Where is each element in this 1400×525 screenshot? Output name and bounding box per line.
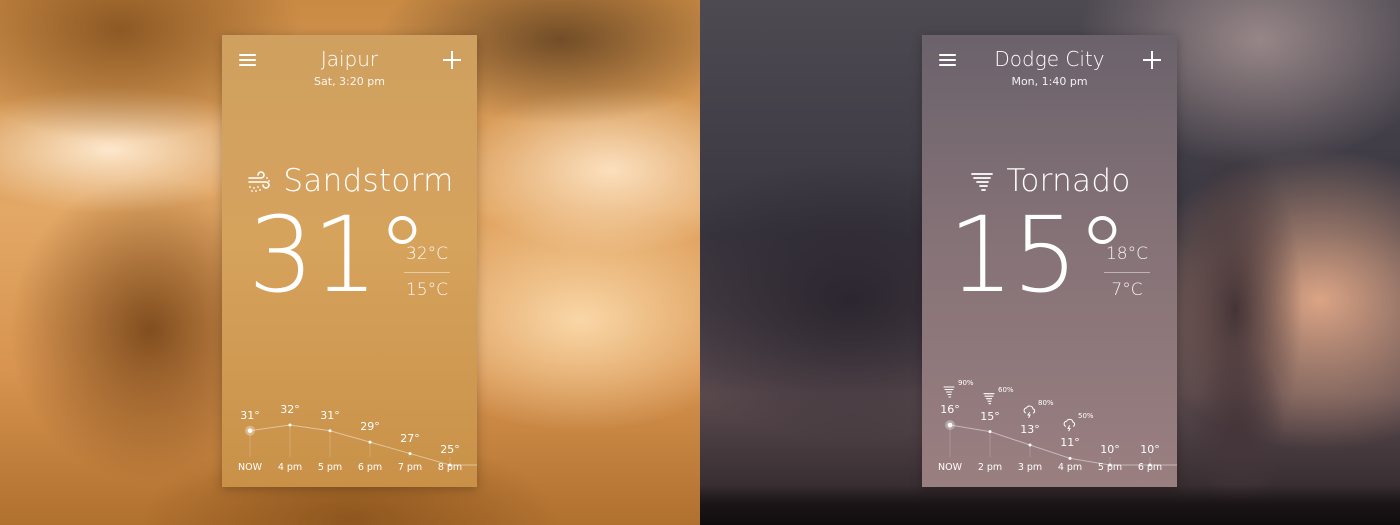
low-temperature: 15°C: [405, 280, 448, 300]
forecast-temp: 10°: [1140, 443, 1160, 456]
forecast-temp: 11°: [1060, 436, 1080, 450]
now-glow: [245, 425, 255, 436]
forecast-time: 3 pm: [1017, 462, 1043, 473]
forecast-time: 2 pm: [977, 462, 1003, 473]
low-temperature: 7°C: [1111, 280, 1143, 300]
current-temperature: 15°: [948, 194, 1128, 316]
forecast-temp: 27°: [400, 431, 420, 445]
city-name: Dodge City: [994, 47, 1105, 71]
forecast-temp: 10°: [1100, 443, 1120, 456]
forecast-point: [988, 430, 992, 434]
forecast-point: [288, 423, 292, 427]
forecast-time: 6 pm: [1137, 462, 1163, 473]
add-icon[interactable]: [443, 51, 461, 69]
tornado-icon: [971, 173, 994, 191]
divider: [1104, 272, 1150, 273]
forecast-time: NOW: [938, 462, 962, 473]
forecast-time: 5 pm: [317, 462, 343, 473]
forecast-temp: 16°: [940, 403, 960, 416]
high-temperature: 18°C: [1105, 244, 1148, 264]
forecast-point: [1068, 456, 1072, 460]
date-time: Sat, 3:20 pm: [314, 75, 385, 88]
forecast-time: 8 pm: [437, 462, 463, 473]
hourly-forecast: 31° NOW 32° 4 pm 31° 5 pm 29° 6 pm 27° 7 pm 25° 8 p…: [222, 355, 477, 487]
weather-card-dodge-city: Dodge City Mon, 1:40 pm Tornado 15° 18°C…: [922, 35, 1177, 487]
hourly-forecast: 16° NOW 90% 15° 2 pm 60% 13° 3 pm 80% 11° 4 pm 50% 1…: [922, 355, 1177, 487]
forecast-time: 5 pm: [1097, 462, 1123, 473]
forecast-point: [1028, 443, 1032, 447]
tornado-icon: [943, 386, 955, 398]
forecast-temp: 31°: [240, 408, 260, 422]
add-icon[interactable]: [1143, 51, 1161, 69]
date-time: Mon, 1:40 pm: [1011, 75, 1088, 88]
forecast-temp: 15°: [980, 409, 1000, 423]
high-temperature: 32°C: [405, 244, 448, 264]
precipitation-chance: 80%: [1038, 399, 1054, 407]
divider: [404, 272, 450, 273]
forecast-time: 6 pm: [357, 462, 383, 473]
precipitation-chance: 60%: [998, 385, 1014, 394]
now-glow: [945, 420, 955, 430]
forecast-time: NOW: [238, 462, 262, 473]
weather-card-jaipur: Jaipur Sat, 3:20 pm Sandstorm 31° 32°C 1…: [222, 35, 477, 487]
thunderstorm-icon: [1063, 418, 1076, 432]
forecast-time: 4 pm: [1057, 462, 1083, 473]
city-name: Jaipur: [320, 47, 379, 71]
current-temperature: 31°: [248, 194, 428, 316]
tornado-icon: [983, 393, 995, 405]
forecast-point: [368, 440, 372, 444]
forecast-temp: 31°: [320, 408, 340, 422]
horizon-silhouette: [700, 485, 1400, 525]
forecast-point: [408, 452, 412, 456]
forecast-time: 7 pm: [397, 462, 423, 473]
forecast-temp: 32°: [280, 403, 300, 416]
precipitation-chance: 50%: [1078, 412, 1094, 421]
precipitation-chance: 90%: [958, 379, 974, 387]
sandstorm-icon: [248, 171, 271, 192]
forecast-point: [328, 429, 332, 433]
forecast-time: 4 pm: [277, 462, 303, 473]
forecast-temp: 13°: [1020, 423, 1040, 436]
forecast-temp: 29°: [360, 420, 380, 434]
thunderstorm-icon: [1023, 405, 1036, 418]
forecast-temp: 25°: [440, 443, 460, 456]
